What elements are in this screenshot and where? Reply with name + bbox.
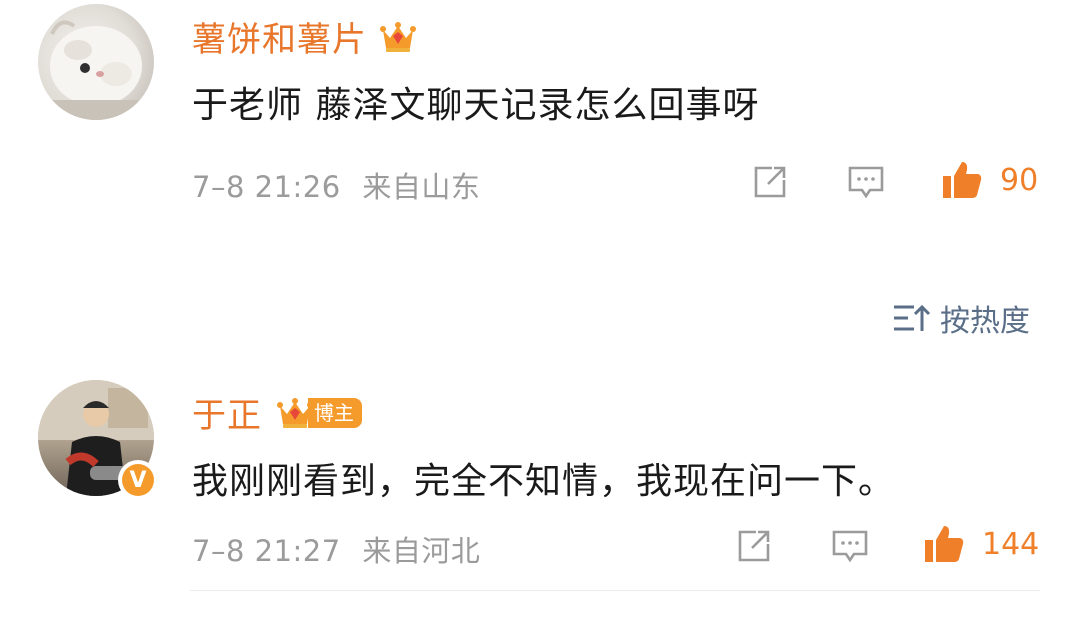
crown-badge-icon: [380, 21, 416, 52]
like-count: 144: [982, 526, 1040, 562]
location: 来自河北: [362, 534, 481, 568]
username[interactable]: 于正: [192, 388, 262, 437]
like-button[interactable]: 90: [940, 158, 1038, 202]
sort-button[interactable]: 按热度: [892, 296, 1030, 340]
location: 来自山东: [362, 170, 481, 204]
like-count: 90: [1000, 162, 1039, 198]
sort-icon: [894, 304, 931, 331]
share-icon[interactable]: [750, 162, 790, 202]
comment-header: 于正 博主: [192, 388, 362, 437]
avatar[interactable]: [38, 4, 154, 120]
timestamp: 7–8 21:27: [192, 534, 341, 568]
comment-meta: 7–8 21:26 来自山东: [192, 164, 480, 206]
thumbs-up-icon: [925, 526, 964, 562]
comment-header: 薯饼和薯片: [192, 12, 417, 61]
username[interactable]: 薯饼和薯片: [192, 12, 367, 61]
comment-text: 我刚刚看到，完全不知情，我现在问一下。: [192, 461, 896, 502]
divider: [190, 590, 1040, 591]
blogger-label: 博主: [308, 397, 362, 428]
comment-icon[interactable]: [830, 526, 870, 566]
comment-icon[interactable]: [846, 162, 886, 202]
cat-avatar-icon: [38, 20, 154, 120]
comment-meta: 7–8 21:27 来自河北: [192, 528, 480, 570]
comment-text: 于老师 藤泽文聊天记录怎么回事呀: [192, 85, 760, 126]
share-icon[interactable]: [734, 526, 774, 566]
verified-badge: V: [118, 460, 158, 500]
verified-icon: V: [122, 464, 154, 496]
blogger-badge: 博主: [276, 395, 362, 431]
thumbs-up-icon: [943, 162, 982, 198]
timestamp: 7–8 21:26: [192, 170, 341, 204]
like-button[interactable]: 144: [922, 522, 1039, 566]
sort-label: 按热度: [940, 304, 1030, 339]
